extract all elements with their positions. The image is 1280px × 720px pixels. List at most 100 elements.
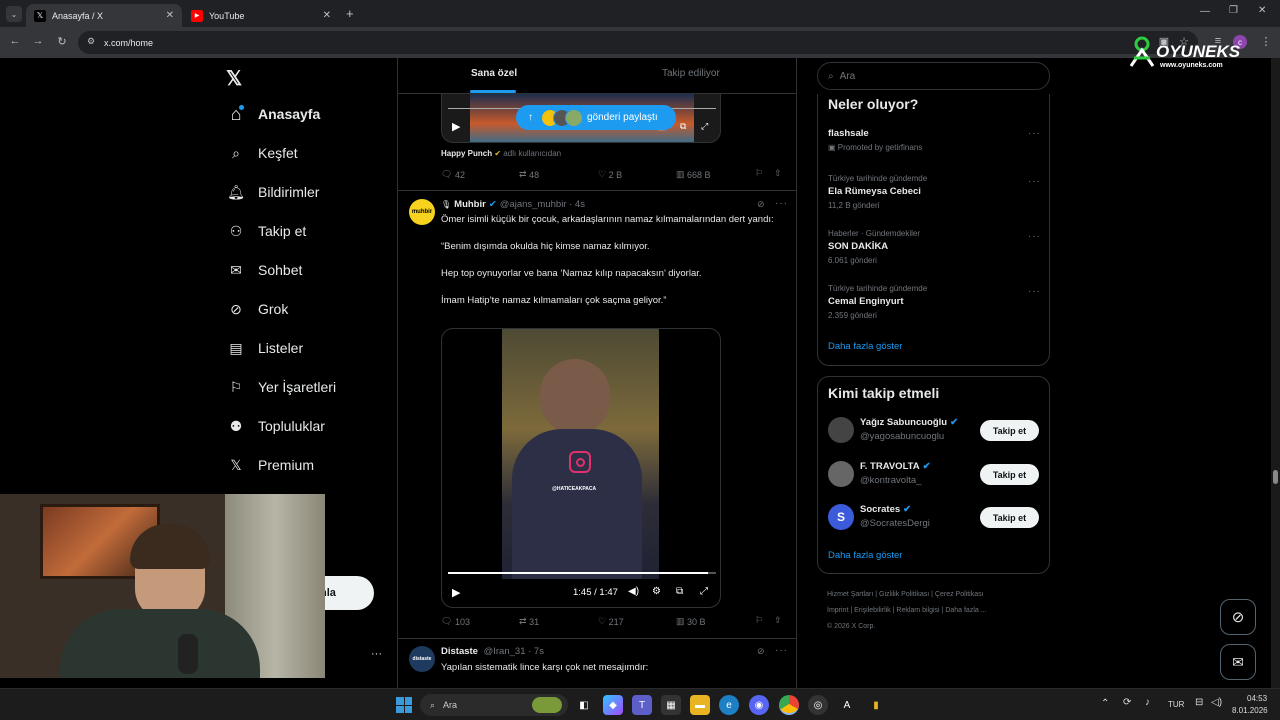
reply-button[interactable]: 🗨 42 <box>441 169 465 180</box>
sidebar-item-3[interactable]: 🔔︎ Bildirimler <box>227 180 319 204</box>
trends-show-more-link[interactable]: Daha fazla göster <box>828 341 902 352</box>
play-icon[interactable]: ▶ <box>452 120 460 133</box>
avatar[interactable]: muhbir <box>409 199 435 225</box>
sidebar-item-6[interactable]: ⊘ Grok <box>228 297 288 321</box>
footer-link[interactable]: Çerez Politikası <box>935 591 984 598</box>
close-window-button[interactable]: ✕ <box>1258 5 1266 16</box>
share-icon[interactable]: ⇧ <box>774 615 782 626</box>
obs-icon[interactable]: ◎ <box>808 695 828 715</box>
repost-button[interactable]: ⇄ 48 <box>519 169 539 180</box>
follow-button[interactable]: Takip et <box>980 464 1039 485</box>
teams-icon[interactable]: T <box>632 695 652 715</box>
shared-post-pill[interactable]: ↑ gönderi paylaştı <box>516 105 676 130</box>
task-view-icon[interactable]: ◧ <box>574 695 594 715</box>
more-dots-icon[interactable]: ··· <box>1028 231 1041 242</box>
like-button[interactable]: ♡ 217 <box>598 616 624 627</box>
footer-link[interactable]: Daha fazla ... <box>945 607 986 614</box>
attribution-name[interactable]: Happy Punch <box>441 149 492 158</box>
address-bar[interactable]: ⚙ x.com/home <box>78 31 1198 54</box>
sidebar-item-5[interactable]: ✉ Sohbet <box>228 258 302 282</box>
site-info-icon[interactable]: ⚙ <box>87 36 95 47</box>
views-button[interactable]: ▥ 668 B <box>676 169 711 180</box>
suggested-user[interactable]: S Socrates ✔ @SocratesDergi Takip et <box>818 502 1049 534</box>
tweet-video[interactable]: @HATICEAKPACA ▶ 1:45 / 1:47 ◀) ⚙ ⧉ ⤢ <box>441 328 721 608</box>
who-show-more-link[interactable]: Daha fazla göster <box>828 550 902 561</box>
tweet-author-name[interactable]: Distaste <box>441 646 478 657</box>
avatar[interactable]: S <box>828 504 854 530</box>
sidebar-item-4[interactable]: ⚇ Takip et <box>228 219 307 243</box>
bookmark-icon[interactable]: ⚐ <box>755 168 763 179</box>
x-logo-icon[interactable]: 𝕏 <box>226 66 242 91</box>
clock-date[interactable]: 8.01.2026 <box>1232 706 1268 715</box>
play-icon[interactable]: ▶ <box>452 586 460 599</box>
settings-icon[interactable]: ⚙ <box>652 586 661 597</box>
reload-icon[interactable]: ↻ <box>54 35 70 48</box>
grok-icon[interactable]: ⊘ <box>757 199 765 210</box>
search-box[interactable]: ⌕ Ara <box>817 62 1050 90</box>
more-dots-icon[interactable]: ··· <box>1028 176 1041 187</box>
language-indicator[interactable]: TUR <box>1168 700 1184 709</box>
menu-icon[interactable]: ⋮ <box>1258 35 1274 48</box>
grok-icon[interactable]: ⊘ <box>757 646 765 657</box>
tweet-handle[interactable]: @Iran_31 · 7s <box>484 646 544 657</box>
follow-button[interactable]: Takip et <box>980 507 1039 528</box>
taskbar-search[interactable]: ⌕ Ara <box>420 694 568 716</box>
tab-for-you[interactable]: Sana özel <box>471 68 517 79</box>
footer-link[interactable]: İmprint <box>827 607 848 614</box>
avatar[interactable] <box>828 417 854 443</box>
clock-time[interactable]: 04:53 <box>1247 694 1267 703</box>
sidebar-item-10[interactable]: 𝕏 Premium <box>228 453 314 477</box>
repost-button[interactable]: ⇄ 31 <box>519 616 539 627</box>
trend-item[interactable]: Türkiye tarihinde gündemde Ela Rümeysa Ce… <box>828 174 1043 218</box>
more-dots-icon[interactable]: ··· <box>371 648 382 660</box>
sidebar-item-1[interactable]: ⌂ Anasayfa <box>228 102 321 126</box>
tab-x-home[interactable]: 𝕏 Anasayfa / X ✕ <box>26 4 182 27</box>
copilot-icon[interactable]: ◆ <box>603 695 623 715</box>
avatar[interactable] <box>828 461 854 487</box>
tab-following[interactable]: Takip ediliyor <box>662 68 720 79</box>
fullscreen-icon[interactable]: ⤢ <box>701 121 708 132</box>
pip-icon[interactable]: ⧉ <box>680 121 686 132</box>
video-progress-track[interactable] <box>448 572 716 574</box>
chrome-icon[interactable] <box>779 695 799 715</box>
edge-icon[interactable]: e <box>719 695 739 715</box>
back-icon[interactable]: ← <box>7 35 23 47</box>
sidebar-item-7[interactable]: ▤ Listeler <box>228 336 303 360</box>
follow-button[interactable]: Takip et <box>980 420 1039 441</box>
new-tab-button[interactable]: + <box>346 6 354 21</box>
store-icon[interactable]: ▦ <box>661 695 681 715</box>
sidebar-item-8[interactable]: ⚐ Yer İşaretleri <box>228 375 336 399</box>
more-dots-icon[interactable]: ··· <box>1028 128 1041 139</box>
like-button[interactable]: ♡ 2 B <box>598 169 622 180</box>
page-scrollbar[interactable] <box>1271 58 1280 688</box>
messages-float-button[interactable]: ✉ <box>1220 644 1256 680</box>
minimize-button[interactable]: — <box>1200 6 1210 17</box>
tab-search-button[interactable]: ⌄ <box>6 6 22 22</box>
more-dots-icon[interactable]: ··· <box>1028 286 1041 297</box>
fullscreen-icon[interactable]: ⤢ <box>700 586 708 597</box>
tweet-author-name[interactable]: Muhbir <box>454 199 486 210</box>
windows-start-icon[interactable] <box>396 697 412 713</box>
avatar[interactable]: distaste <box>409 646 435 672</box>
scrollbar-thumb[interactable] <box>1273 470 1278 484</box>
tray-app-icon[interactable]: ⟳ <box>1123 697 1131 708</box>
app-book-icon[interactable]: ▮ <box>866 695 886 715</box>
views-button[interactable]: ▥ 30 B <box>676 616 706 627</box>
footer-link[interactable]: Reklam bilgisi <box>896 607 939 614</box>
more-dots-icon[interactable]: ··· <box>775 645 788 656</box>
footer-link[interactable]: Gizlilik Politikası <box>879 591 929 598</box>
trend-item[interactable]: Türkiye tarihinde gündemde Cemal Enginyur… <box>828 284 1043 328</box>
close-icon[interactable]: ✕ <box>166 10 174 21</box>
suggested-user[interactable]: F. TRAVOLTA ✔ @kontravolta_ Takip et <box>818 459 1049 491</box>
discord-icon[interactable]: ◉ <box>749 695 769 715</box>
more-dots-icon[interactable]: ··· <box>775 198 788 209</box>
tray-chevron-icon[interactable]: ⌃ <box>1101 698 1109 709</box>
suggested-user[interactable]: Yağız Sabuncuoğlu ✔ @yagosabuncuoglu Takip … <box>818 415 1049 447</box>
trend-item[interactable]: flashsale ▣ Promoted by getirfinans ··· <box>828 128 1043 172</box>
bookmark-icon[interactable]: ⚐ <box>755 615 763 626</box>
tray-mic-icon[interactable]: ♪ <box>1145 697 1150 708</box>
tab-youtube[interactable]: ▶ YouTube ✕ <box>183 4 339 27</box>
trend-item[interactable]: Haberler · Gündemdekiler SON DAKİKA 6.061 … <box>828 229 1043 273</box>
network-icon[interactable]: ⊟ <box>1195 697 1203 708</box>
sidebar-item-2[interactable]: ⌕ Keşfet <box>228 141 298 165</box>
